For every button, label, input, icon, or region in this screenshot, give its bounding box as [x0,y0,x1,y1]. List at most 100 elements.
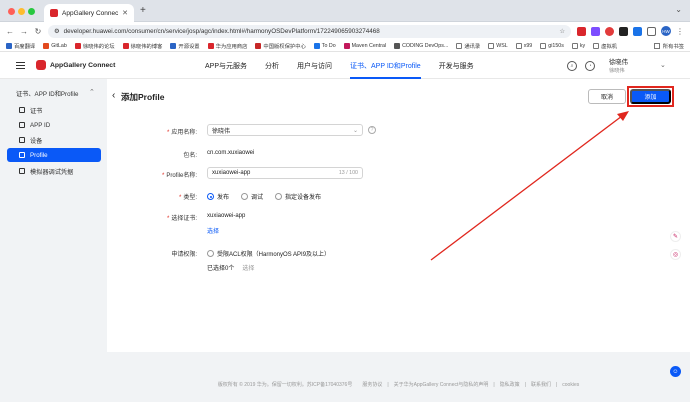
sidebar-item-devices[interactable]: 设备 [7,133,101,147]
site-info-icon[interactable]: ⚙ [54,28,60,35]
bookmark-item[interactable]: GitLab [43,42,67,49]
chat-icon[interactable]: ☺ [670,366,681,377]
back-chevron-icon[interactable]: ‹ [112,90,115,101]
type-debug-radio[interactable]: 调试 [241,192,263,201]
nav-users-access[interactable]: 用户与访问 [288,53,341,79]
type-release-radio[interactable]: 发布 [207,192,229,201]
permission-label: 申请权限: [171,252,197,258]
bookmark-item[interactable]: 中国版权保护中心 [255,42,306,50]
bookmark-item[interactable]: To Do [313,42,336,49]
search-icon[interactable]: ⌕ [567,61,577,71]
bookmark-item[interactable]: CODING DevOps... [394,42,448,49]
bookmark-star-icon[interactable]: ☆ [559,28,565,35]
minimize-window-button[interactable] [18,8,25,15]
acl-permission-checkbox[interactable]: 受限ACL权限（HarmonyOS API9及以上） [207,249,330,258]
reload-icon[interactable]: ↻ [34,27,42,36]
checkbox-empty-icon [207,250,214,257]
bookmark-item[interactable]: 百度翻译 [6,42,35,50]
appgallery-favicon-icon [50,9,58,17]
bookmark-folder[interactable]: WSL [488,42,508,49]
sidebar-item-emulator-credentials[interactable]: 模拟器调试凭据 [7,164,101,178]
user-name: 徐晓伟 [609,59,628,66]
folder-icon [488,42,495,49]
tab-list-chevron-icon[interactable]: ⌄ [675,5,682,14]
url-field[interactable]: ⚙ developer.huawei.com/consumer/cn/servi… [48,24,571,38]
user-account: 徐晓伟 [609,68,625,74]
chevron-down-icon[interactable]: ⌄ [660,61,666,69]
extension-icon[interactable] [605,26,614,36]
radio-selected-icon [207,193,214,200]
browser-tab[interactable]: AppGallery Connect ✕ [44,4,134,22]
app-name-select[interactable]: 徐晓伟 ⌄ [207,124,363,136]
bookmark-favicon-icon [394,42,401,49]
selected-count: 已选择0个 [207,266,235,272]
select-permission-link[interactable]: 选择 [242,263,254,272]
sidebar-item-profile[interactable]: Profile [7,148,101,162]
assistant-icon[interactable]: ◎ [670,249,681,260]
page-title: 添加Profile [121,92,165,102]
nav-analytics[interactable]: 分析 [256,53,288,79]
folder-icon [456,42,463,49]
browser-menu-icon[interactable]: ⋮ [676,27,684,36]
bookmark-favicon-icon [122,42,129,49]
bookmark-item[interactable]: Maven Central [343,42,386,49]
user-menu[interactable]: 徐晓伟 徐晓伟 [609,58,628,76]
cancel-button[interactable]: 取消 [588,89,626,104]
bookmark-folder[interactable]: 通讯录 [456,42,480,50]
certificate-label: * 选择证书: [166,216,197,222]
type-device-release-radio[interactable]: 指定设备发布 [275,192,321,201]
close-window-button[interactable] [8,8,15,15]
app-header: AppGallery Connect APP与元服务 分析 用户与访问 证书、A… [0,53,690,79]
sidebar-item-certificates[interactable]: 证书 [7,103,101,117]
sidebar-group-title[interactable]: 证书、APP ID和Profile [16,89,78,98]
bookmark-folder[interactable]: gi150s [540,42,564,49]
folder-icon [653,42,660,49]
all-bookmarks[interactable]: 所有书签 [653,42,684,50]
extension-icon[interactable] [591,26,600,36]
address-bar-row: ← → ↻ ⚙ developer.huawei.com/consumer/cn… [0,22,690,40]
profile-name-input[interactable]: xuxiaowei-app 13 / 100 [207,167,363,179]
type-label: * 类型: [178,195,197,201]
forward-arrow-icon[interactable]: → [20,27,28,36]
app-id-icon [19,122,25,128]
bookmark-item[interactable]: 开源设置 [170,42,200,50]
nav-dev-services[interactable]: 开发与服务 [430,53,483,79]
bookmark-folder[interactable]: ky [571,42,585,49]
help-icon[interactable]: ? [368,126,376,134]
notification-icon[interactable]: ◔ [585,61,595,71]
extensions-puzzle-icon[interactable] [647,26,656,36]
radio-empty-icon [241,193,249,200]
page-header: ‹ 添加Profile 取消 添加 [107,79,690,114]
permission-selection: 已选择0个 选择 [207,263,254,272]
extension-icon[interactable] [577,26,586,36]
bookmark-item[interactable]: 徐晓伟的论坛 [74,42,115,50]
bookmark-favicon-icon [207,42,214,49]
brand[interactable]: AppGallery Connect [36,60,115,70]
folder-icon [515,42,522,49]
appgallery-logo-icon [36,60,46,70]
new-tab-button[interactable]: + [140,5,146,16]
feedback-icon[interactable]: ✎ [670,231,681,242]
nav-certificates[interactable]: 证书、APP ID和Profile [341,53,430,79]
profile-form: * 应用名称: 徐晓伟 ⌄ ? 包名: cn.com.xuxiaowei * Pro… [107,114,690,352]
bookmark-folder[interactable]: x99 [515,42,532,49]
extension-icon[interactable] [619,26,628,36]
bookmark-item[interactable]: 徐晓伟的博客 [122,42,162,50]
chevron-up-icon[interactable]: ⌃ [89,88,95,96]
extension-icon[interactable] [633,26,642,36]
bookmark-folder[interactable]: 虚拟机 [593,42,617,50]
profile-avatar[interactable]: HW [661,26,671,36]
menu-icon[interactable] [16,62,25,69]
package-value: cn.com.xuxiaowei [207,150,255,156]
folder-icon [593,42,600,49]
bookmark-favicon-icon [74,42,81,49]
nav-app-services[interactable]: APP与元服务 [196,53,256,79]
back-arrow-icon[interactable]: ← [6,27,14,36]
package-label: 包名: [183,153,197,159]
sidebar-item-app-id[interactable]: APP ID [7,118,101,132]
select-certificate-link[interactable]: 选择 [207,226,219,235]
close-tab-icon[interactable]: ✕ [122,9,128,17]
bookmark-favicon-icon [6,42,12,49]
bookmark-item[interactable]: 华为应用商店 [207,42,247,50]
maximize-window-button[interactable] [28,8,35,15]
